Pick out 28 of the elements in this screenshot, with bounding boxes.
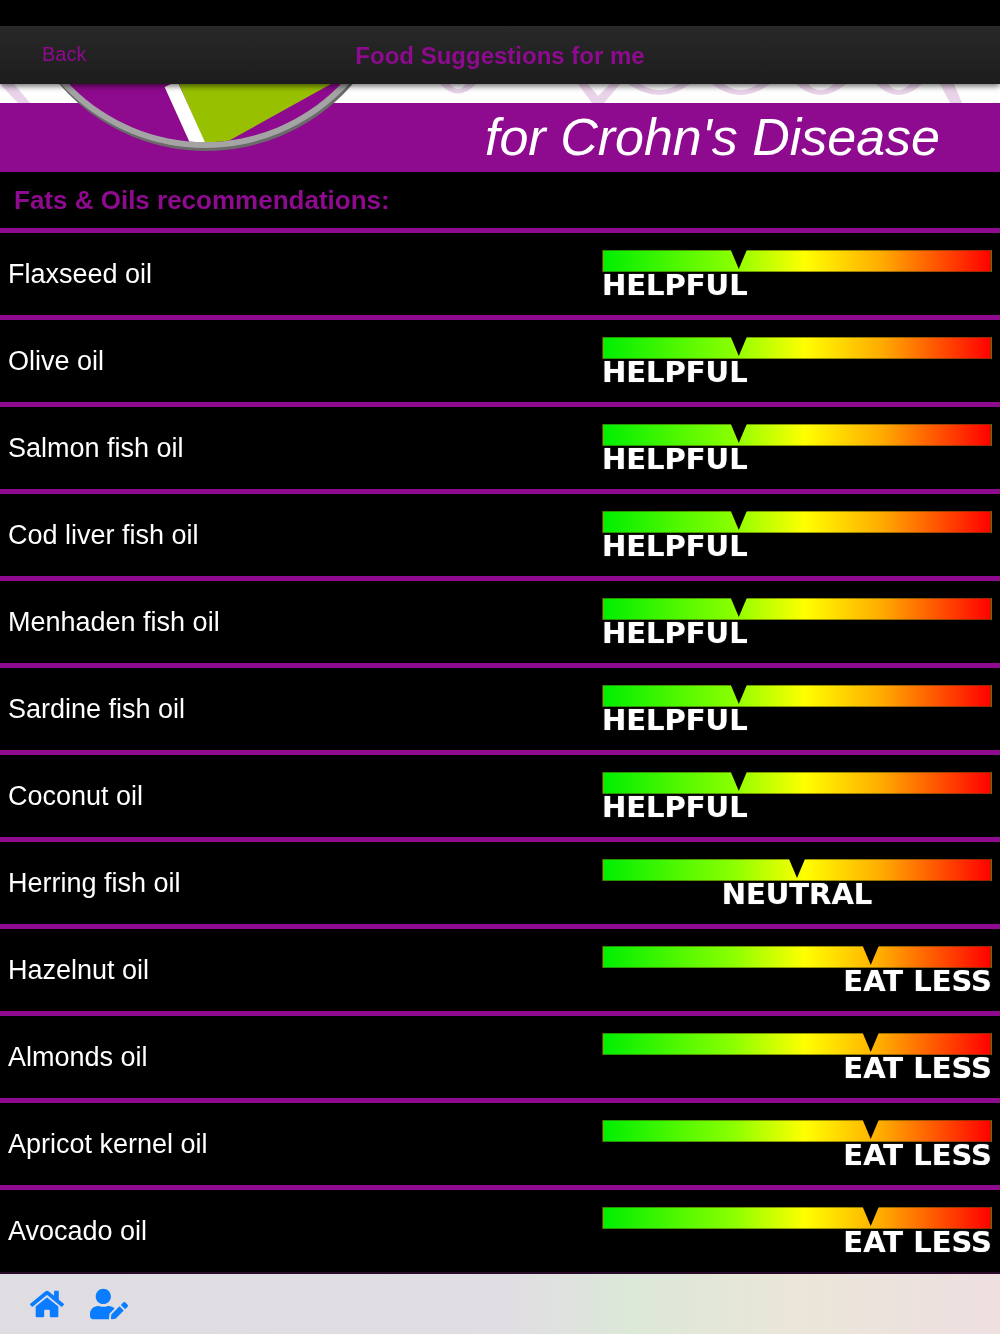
food-name: Flaxseed oil [8, 259, 153, 290]
back-button[interactable]: Back [42, 42, 87, 66]
rating-label: HELPFUL [602, 445, 748, 474]
food-name: Salmon fish oil [8, 433, 184, 464]
rating-label: EAT LESS [843, 1054, 992, 1083]
banner-subtitle: for Crohn's Disease [485, 110, 940, 163]
rating-label: HELPFUL [602, 358, 748, 387]
food-name: Menhaden fish oil [8, 607, 220, 638]
food-name: Cod liver fish oil [8, 520, 199, 551]
food-name: Avocado oil [8, 1216, 148, 1247]
food-name: Almonds oil [8, 1042, 148, 1073]
rating-label: HELPFUL [602, 271, 748, 300]
food-name: Hazelnut oil [8, 955, 150, 986]
food-name: Sardine fish oil [8, 694, 186, 725]
food-name: Olive oil [8, 346, 105, 377]
rating-label: HELPFUL [602, 793, 748, 822]
rating-label: EAT LESS [843, 1228, 992, 1257]
rating-label: EAT LESS [843, 967, 992, 996]
rating-label: HELPFUL [602, 532, 748, 561]
food-name: Herring fish oil [8, 868, 181, 899]
rating-label: NEUTRAL [721, 880, 873, 909]
food-name: Apricot kernel oil [8, 1129, 208, 1160]
section-heading: Fats & Oils recommendations: [13, 183, 391, 217]
rating-label: HELPFUL [602, 619, 748, 648]
rating-label: HELPFUL [602, 706, 748, 735]
rating-label: EAT LESS [843, 1141, 992, 1170]
food-name: Coconut oil [8, 781, 144, 812]
nav-title: Food Suggestions for me [355, 42, 645, 70]
